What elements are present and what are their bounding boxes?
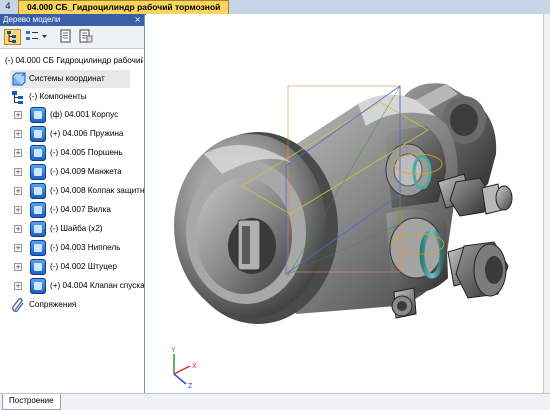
mates-label: Сопряжения [29,300,77,309]
component-label: (+) 04.004 Клапан спуска [50,281,144,290]
component-label: (-) 04.009 Манжета [50,167,122,176]
tree-view-mode-dropdown[interactable] [24,29,50,45]
tree-structure-icon [7,31,16,43]
components-label: (-) Компоненты [29,92,87,101]
tree-item-component[interactable]: + (-) 04.002 Штуцер [12,258,144,276]
hydraulic-cylinder-model: Y X Z [171,83,513,390]
coordinate-system-icon [12,72,26,86]
component-label: (-) 04.007 Вилка [50,205,111,214]
tree-item-component[interactable]: + (ф) 04.001 Корпус [12,106,144,124]
viewport-edge [543,14,550,393]
tab-construction[interactable]: Построение [2,394,61,410]
tree-root-label: (-) 04.000 СБ Гидроцилиндр рабочий [5,56,143,65]
list-view-icon [26,31,47,40]
part-icon [30,164,46,180]
part-icon [30,278,46,294]
expand-icon[interactable]: + [14,282,22,290]
tree-item-coordinate-systems[interactable]: Системы координат [10,70,130,88]
tree-item-component[interactable]: + (+) 04.006 Пружина [12,125,144,143]
close-icon[interactable]: × [134,14,141,26]
expand-icon[interactable]: + [14,206,22,214]
component-label: (+) 04.006 Пружина [50,129,124,138]
part-icon [30,259,46,275]
components-icon [12,91,23,104]
tree-toolbar [0,26,144,49]
component-label: (ф) 04.001 Корпус [50,110,119,119]
expand-icon[interactable]: + [14,187,22,195]
document-tab-bar: 4 04.000 СБ_Гидроцилиндр рабочий тормозн… [0,0,550,15]
document-icon [60,29,71,43]
axis-label-y: Y [171,347,176,354]
component-label: (-) Шайба (x2) [50,224,103,233]
expand-icon[interactable]: + [14,149,22,157]
bottom-tab-bar: Построение [0,393,550,410]
expand-icon[interactable]: + [14,244,22,252]
component-label: (-) 04.008 Колпак защитный [50,186,144,195]
tree-item-component[interactable]: + (+) 04.004 Клапан спуска [12,277,144,295]
tree-settings-button[interactable] [78,29,95,45]
component-label: (-) 04.002 Штуцер [50,262,117,271]
part-icon [30,221,46,237]
tab-scroll-arrow-icon[interactable]: 4 [2,1,14,13]
tree-item-mates[interactable]: Сопряжения [10,296,140,314]
coordinate-system-label: Системы координат [29,74,105,83]
tree-item-component[interactable]: + (-) 04.003 Ниппель [12,239,144,257]
part-icon [30,145,46,161]
component-label: (-) 04.003 Ниппель [50,243,121,252]
tree-root[interactable]: (-) 04.000 СБ Гидроцилиндр рабочий [5,52,143,70]
tree-item-component[interactable]: + (-) Шайба (x2) [12,220,144,238]
part-icon [30,202,46,218]
tree-item-component[interactable]: + (-) 04.008 Колпак защитный [12,182,144,200]
panel-header: Дерево модели × [0,14,144,26]
component-label: (-) 04.005 Поршень [50,148,123,157]
expand-icon[interactable]: + [14,111,22,119]
tree-item-component[interactable]: + (-) 04.007 Вилка [12,201,144,219]
part-icon [30,183,46,199]
expand-icon[interactable]: + [14,168,22,176]
expand-icon[interactable]: + [14,263,22,271]
panel-title: Дерево модели [3,15,61,24]
tree-item-components[interactable]: (-) Компоненты [10,88,140,106]
part-icon [30,107,46,123]
expand-icon[interactable]: + [14,130,22,138]
document-tab[interactable]: 04.000 СБ_Гидроцилиндр рабочий тормозной [18,0,230,14]
tree-item-component[interactable]: + (-) 04.009 Манжета [12,163,144,181]
paperclip-icon [12,298,24,312]
tree-structure-button[interactable] [4,29,21,45]
axis-label-x: X [192,363,197,370]
part-icon [30,240,46,256]
properties-button[interactable] [58,29,75,45]
axis-triad: Y X Z [171,347,197,390]
axis-label-z: Z [188,383,193,390]
tree-settings-icon [79,29,93,43]
model-tree-panel: Дерево модели × (-) 04.000 СБ Гидроцилин… [0,14,145,393]
tree-item-component[interactable]: + (-) 04.005 Поршень [12,144,144,162]
model-viewport[interactable]: Y X Z [146,14,550,393]
expand-icon[interactable]: + [14,225,22,233]
part-icon [30,126,46,142]
